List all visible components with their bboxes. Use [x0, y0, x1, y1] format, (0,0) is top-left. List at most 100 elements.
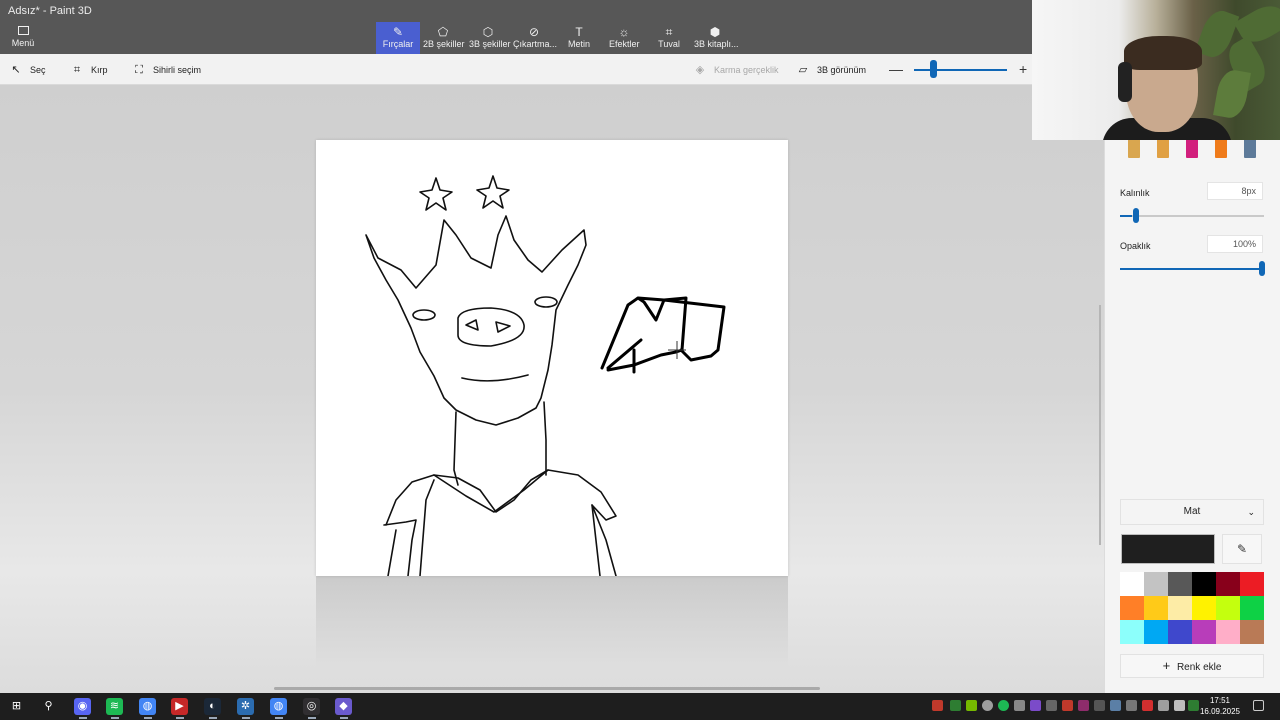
- color-palette: [1120, 572, 1264, 644]
- eye-left: [412, 309, 436, 321]
- mixed-reality-button[interactable]: ◈ Karma gerçeklik: [694, 62, 779, 78]
- color-swatch[interactable]: [1192, 572, 1216, 596]
- star-right: [476, 175, 510, 209]
- horizontal-scrollbar[interactable]: [274, 687, 820, 690]
- color-swatch[interactable]: [1168, 572, 1192, 596]
- marker-brush[interactable]: [1157, 138, 1169, 158]
- pencil-brush[interactable]: [1128, 138, 1140, 158]
- steam-icon[interactable]: ◐: [204, 698, 221, 719]
- tray-battery-icon[interactable]: [1142, 700, 1153, 711]
- tab-effects[interactable]: ☼ Efektler: [609, 22, 640, 54]
- tray-spotify-icon[interactable]: [998, 700, 1009, 711]
- brush-selector: [1120, 138, 1270, 160]
- tab-brushes[interactable]: ✎ Fırçalar: [376, 22, 420, 54]
- tab-text[interactable]: T Metin: [566, 22, 592, 54]
- clock[interactable]: 17:51 16.09.2025: [1198, 695, 1242, 717]
- search-icon[interactable]: ⚲: [40, 698, 57, 715]
- clock-date: 16.09.2025: [1199, 707, 1241, 716]
- tray-pen-icon[interactable]: [1030, 700, 1041, 711]
- color-swatch[interactable]: [1144, 572, 1168, 596]
- plus-icon: +: [1162, 658, 1171, 673]
- tray-gpu-icon[interactable]: [966, 700, 977, 711]
- tray-mic-icon[interactable]: [1174, 700, 1185, 711]
- spotify-icon[interactable]: ≋: [106, 698, 123, 719]
- tab-3d-library[interactable]: ⬢ 3B kitaplı...: [694, 22, 739, 54]
- thickness-input[interactable]: 8px: [1207, 182, 1263, 200]
- vertical-scrollbar[interactable]: [1099, 305, 1101, 545]
- crop-button[interactable]: ⌗ Kırp: [71, 62, 108, 78]
- tray-brave-icon[interactable]: [932, 700, 943, 711]
- app-gear-icon[interactable]: ✲: [237, 698, 254, 719]
- tray-record-icon[interactable]: [1062, 700, 1073, 711]
- color-swatch[interactable]: [1240, 596, 1264, 620]
- tray-steam-icon[interactable]: [1014, 700, 1025, 711]
- mixed-reality-icon: ◈: [695, 64, 705, 76]
- color-swatch[interactable]: [1216, 596, 1240, 620]
- sun-icon: ☼: [618, 25, 630, 39]
- color-swatch[interactable]: [1192, 620, 1216, 644]
- text-icon: T: [575, 25, 583, 39]
- magic-select-button[interactable]: ⛶ Sihirli seçim: [133, 62, 201, 78]
- color-swatch[interactable]: [1216, 620, 1240, 644]
- canvas-reflection: [316, 576, 788, 668]
- eyedropper-icon[interactable]: ✎: [1222, 534, 1262, 564]
- view-3d-button[interactable]: ▱ 3B görünüm: [797, 62, 866, 78]
- spray-can-brush[interactable]: [1244, 138, 1256, 158]
- tab-canvas[interactable]: ⌗ Tuval: [658, 22, 680, 54]
- tab-stickers[interactable]: ⊘ Çıkartma...: [513, 22, 557, 54]
- obs-icon[interactable]: ◎: [303, 698, 320, 719]
- color-swatch[interactable]: [1168, 596, 1192, 620]
- thickness-label: Kalınlık: [1120, 188, 1150, 198]
- thickness-slider-thumb[interactable]: [1132, 208, 1139, 223]
- color-swatch[interactable]: [1120, 596, 1144, 620]
- tab-3d-shapes[interactable]: ⬡ 3B şekiller: [469, 22, 511, 54]
- color-swatch[interactable]: [1240, 572, 1264, 596]
- canvas-icon: ⌗: [665, 25, 673, 39]
- tray-network-icon[interactable]: [1094, 700, 1105, 711]
- tray-cloud-icon[interactable]: [982, 700, 993, 711]
- tray-nvidia-icon[interactable]: [950, 700, 961, 711]
- menu-button[interactable]: Menü: [8, 24, 38, 52]
- color-swatch[interactable]: [1120, 572, 1144, 596]
- opacity-slider-thumb[interactable]: [1259, 261, 1265, 276]
- drawing-canvas[interactable]: [316, 140, 788, 577]
- crayon-brush[interactable]: [1215, 138, 1227, 158]
- bold-stroke-shape: [600, 296, 726, 374]
- zoom-in-button[interactable]: +: [1019, 60, 1027, 78]
- color-swatch[interactable]: [1216, 572, 1240, 596]
- color-swatch[interactable]: [1192, 596, 1216, 620]
- notification-icon[interactable]: [1253, 700, 1264, 711]
- color-swatch[interactable]: [1144, 620, 1168, 644]
- neck: [453, 411, 459, 486]
- color-swatch[interactable]: [1240, 620, 1264, 644]
- tray-app-icon[interactable]: [1078, 700, 1089, 711]
- current-color-swatch[interactable]: [1121, 534, 1215, 564]
- color-swatch[interactable]: [1168, 620, 1192, 644]
- zoom-slider-track[interactable]: [914, 69, 1007, 71]
- tray-usb-icon[interactable]: [1126, 700, 1137, 711]
- workspace[interactable]: [0, 85, 1104, 693]
- thickness-slider-track[interactable]: [1120, 215, 1264, 217]
- toolbar: ↖ Seç ⌗ Kırp ⛶ Sihirli seçim ◈ Karma gerçekl…: [0, 54, 1032, 85]
- discord-icon[interactable]: ◉: [74, 698, 91, 719]
- zoom-out-button[interactable]: —: [889, 60, 903, 78]
- zoom-slider-thumb[interactable]: [929, 60, 937, 78]
- video-editor-icon[interactable]: ▶: [171, 698, 188, 719]
- calligraphy-pen-brush[interactable]: [1186, 138, 1198, 158]
- opacity-input[interactable]: 100%: [1207, 235, 1263, 253]
- chrome-icon[interactable]: ◍: [139, 698, 156, 719]
- nostril-right: [495, 321, 511, 333]
- opacity-slider-track[interactable]: [1120, 268, 1264, 270]
- tray-steam-2-icon[interactable]: [1110, 700, 1121, 711]
- tab-2d-shapes[interactable]: ⬠ 2B şekiller: [423, 22, 465, 54]
- select-button[interactable]: ↖ Seç: [10, 62, 45, 78]
- chrome-icon-2[interactable]: ◍: [270, 698, 287, 719]
- paint3d-icon[interactable]: ◆: [335, 698, 352, 719]
- add-color-button[interactable]: + Renk ekle: [1120, 654, 1264, 678]
- tray-volume-icon[interactable]: [1158, 700, 1169, 711]
- color-swatch[interactable]: [1144, 596, 1168, 620]
- finish-dropdown[interactable]: Mat ⌄: [1120, 499, 1264, 525]
- color-swatch[interactable]: [1120, 620, 1144, 644]
- windows-start-icon[interactable]: ⊞: [8, 698, 25, 715]
- tray-keyboard-icon[interactable]: [1046, 700, 1057, 711]
